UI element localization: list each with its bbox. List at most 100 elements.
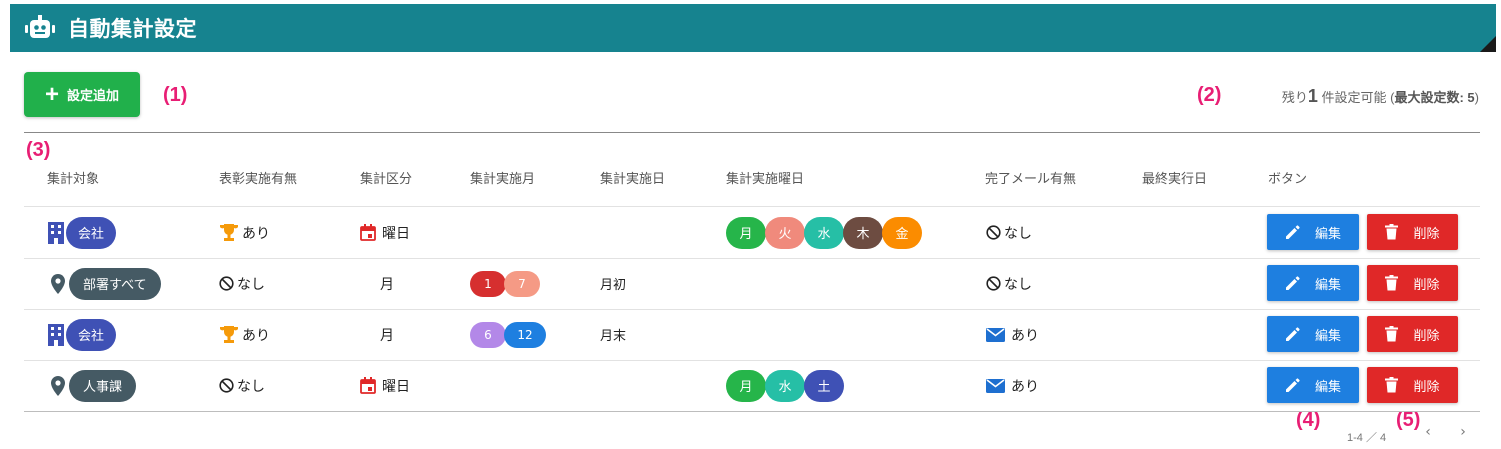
delete-label: 削除 [1413,378,1440,394]
pencil-icon [1285,377,1300,393]
target-chip: 部署すべて [69,267,161,300]
annotation-4: (4) [1296,409,1321,431]
award-cell: なし [219,258,265,309]
building-icon [48,221,64,244]
remaining-close: ) [1474,90,1479,105]
mail-icon [986,327,1005,342]
chevron-left-icon[interactable]: ‹ [1418,424,1438,440]
trophy-icon [219,325,239,345]
award-cell: あり [219,207,270,258]
trophy-icon [219,223,239,243]
target-chip: 会社 [66,216,117,249]
trash-icon [1385,224,1399,240]
calendar-icon [360,224,376,241]
corner-fold [1480,36,1496,52]
month-pill: 12 [504,321,546,348]
delete-button[interactable]: 削除 [1367,214,1458,250]
edit-label: 編集 [1314,225,1341,241]
column-header-day: 集計実施日 [600,172,666,187]
mail-cell: あり [986,309,1039,360]
add-setting-label: 設定追加 [67,88,120,103]
weekday-pill: 水 [804,216,844,249]
remaining-middle: 件設定可能 [1321,90,1387,105]
toolbar-divider [24,132,1480,133]
edit-label: 編集 [1314,276,1341,292]
moon-icon [360,275,372,292]
award-text: あり [242,225,270,242]
category-cell: 月 [360,258,394,309]
pencil-icon [1285,224,1300,240]
block-icon [219,378,234,393]
award-cell: なし [219,360,265,411]
delete-button[interactable]: 削除 [1367,367,1458,403]
column-header-month: 集計実施月 [470,172,536,187]
weekday-pill: 木 [843,216,883,249]
edit-button[interactable]: 編集 [1267,316,1359,352]
max-settings-label: 最大設定数: 5 [1394,90,1475,105]
month-pill: 6 [470,321,506,348]
target-cell: 会社 [48,309,117,360]
delete-button[interactable]: 削除 [1367,265,1458,301]
target-chip: 人事課 [69,369,137,402]
column-header-target: 集計対象 [47,172,100,187]
column-header-award: 表彰実施有無 [219,172,298,187]
mail-cell: なし [986,258,1032,309]
mail-text: あり [1011,327,1039,344]
pencil-icon [1285,275,1300,291]
app-header: 自動集計設定 [10,4,1496,52]
category-text: 月 [380,276,394,293]
edit-button[interactable]: 編集 [1267,214,1359,250]
category-cell: 月 [360,309,394,360]
delete-label: 削除 [1413,327,1440,343]
weekday-cell: 月水土 [726,360,844,411]
add-setting-button[interactable]: + 設定追加 [24,72,140,117]
calendar-icon [360,377,376,394]
annotation-5: (5) [1396,409,1421,431]
annotation-1: (1) [163,84,188,106]
chevron-right-icon[interactable]: › [1453,424,1473,440]
row-divider [24,411,1480,412]
delete-label: 削除 [1413,276,1440,292]
pagination-range: 1-4 ／ 4 [1347,432,1387,444]
category-text: 曜日 [382,225,410,242]
day-cell: 月初 [600,258,626,309]
remaining-prefix: 残り [1281,90,1308,105]
remaining-count: 1 [1307,86,1318,106]
weekday-pill: 月 [726,216,766,249]
weekday-pill: 土 [804,369,844,402]
edit-button[interactable]: 編集 [1267,367,1359,403]
delete-label: 削除 [1413,225,1440,241]
award-text: なし [237,276,265,293]
category-cell: 曜日 [360,207,410,258]
robot-icon [25,15,55,38]
location-pin-icon [51,375,65,396]
month-cell: 6 12 [470,309,546,360]
column-header-buttons: ボタン [1268,172,1308,187]
edit-label: 編集 [1314,378,1341,394]
building-icon [48,323,64,346]
annotation-3: (3) [26,139,51,161]
day-text: 月初 [600,278,627,293]
remaining-settings-text: 残り1 件設定可能 (最大設定数: 5) [1282,86,1479,107]
day-text: 月末 [600,329,627,344]
target-cell: 人事課 [48,360,137,411]
edit-button[interactable]: 編集 [1267,265,1359,301]
block-icon [986,225,1001,240]
award-text: なし [237,378,265,395]
month-pill: 7 [504,270,540,297]
weekday-cell: 月火水木金 [726,207,922,258]
pencil-icon [1285,326,1300,342]
column-header-weekday: 集計実施曜日 [726,172,805,187]
target-cell: 会社 [48,207,117,258]
weekday-pill: 月 [726,369,766,402]
edit-label: 編集 [1314,327,1341,343]
annotation-2: (2) [1197,84,1222,106]
weekday-pill: 水 [765,369,805,402]
month-cell: 17 [470,258,540,309]
trash-icon [1385,275,1399,291]
delete-button[interactable]: 削除 [1367,316,1458,352]
page-title: 自動集計設定 [68,17,197,41]
column-header-mail: 完了メール有無 [985,172,1077,187]
target-chip: 会社 [66,318,117,351]
trash-icon [1385,377,1399,393]
